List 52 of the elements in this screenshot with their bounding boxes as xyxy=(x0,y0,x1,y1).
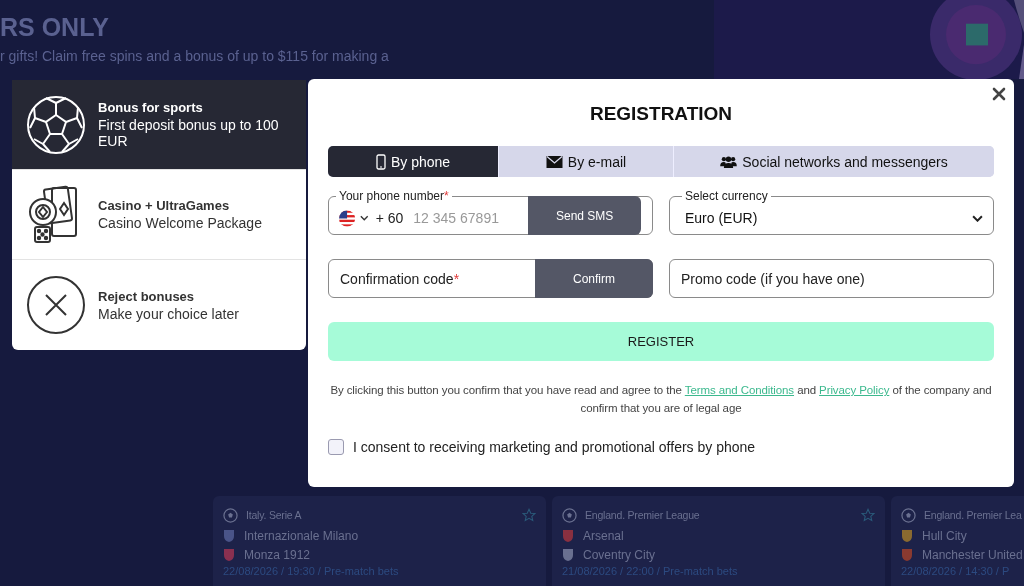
envelope-icon xyxy=(545,155,563,168)
bonus-title: Bonus for sports xyxy=(98,100,204,115)
checkbox[interactable] xyxy=(328,439,344,455)
currency-value: Euro (EUR) xyxy=(685,210,758,226)
field-placeholder: Confirmation code* xyxy=(340,270,460,287)
country-code: + 60 xyxy=(375,210,404,226)
register-button[interactable]: REGISTER xyxy=(328,322,994,361)
smartphone-icon xyxy=(375,153,386,170)
team-name: Internazionale Milano xyxy=(244,528,359,543)
hero-title: RS ONLY xyxy=(0,12,110,42)
team-name: Manchester United xyxy=(922,547,1023,562)
close-icon[interactable] xyxy=(992,87,1006,101)
bonus-option[interactable]: Reject bonuses Make your choice later xyxy=(12,260,306,350)
tab[interactable]: By phone xyxy=(328,146,498,177)
team-name: Arsenal xyxy=(583,528,624,543)
chevron-down-icon xyxy=(972,214,983,222)
star-icon[interactable] xyxy=(522,508,536,522)
close-circle-icon xyxy=(26,275,86,335)
soccer-ball-icon xyxy=(901,507,916,523)
league-name: Italy. Serie A xyxy=(246,509,303,521)
currency-select[interactable]: Select currency Euro (EUR) xyxy=(669,190,994,235)
bonus-title: Reject bonuses xyxy=(98,288,196,304)
league-name: England. Premier Lea xyxy=(924,509,1023,521)
soccer-ball-icon xyxy=(26,94,86,155)
field-label: Select currency xyxy=(684,190,769,202)
bonus-description: Make your choice later xyxy=(98,305,239,322)
confirmation-code-field[interactable]: Confirmation code* Confirm xyxy=(328,259,653,298)
phone-field[interactable]: Your phone number* + 60 12 345 67891 Send SMS xyxy=(328,190,653,235)
bonus-description: Casino Welcome Package xyxy=(98,215,262,231)
team-name: Monza 1912 xyxy=(244,547,311,562)
bonus-option[interactable]: Bonus for sports First deposit bonus up to 100 EUR xyxy=(12,80,306,170)
team-name: Hull City xyxy=(922,528,967,543)
soccer-ball-icon xyxy=(223,507,238,523)
confirm-button[interactable]: Confirm xyxy=(535,259,653,298)
soccer-ball-icon xyxy=(562,507,577,523)
send-sms-button[interactable]: Send SMS xyxy=(528,196,641,235)
promo-code-field[interactable]: Promo code (if you have one) xyxy=(669,259,994,298)
hero-subtitle: r gifts! Claim free spins and a bonus of up to $115 for making a xyxy=(0,48,389,64)
legal-notice: By clicking this button you confirm that you have read and agree to the Terms and Conditions and Privacy Policy of the company and confirm that you are of legal age xyxy=(329,383,993,416)
league-name: England. Premier League xyxy=(585,509,701,521)
tab[interactable]: By e-mail xyxy=(498,146,674,177)
bonus-title: Casino + UltraGames xyxy=(98,198,231,213)
star-icon[interactable] xyxy=(861,508,875,522)
field-label: Your phone number* xyxy=(338,190,450,202)
bonus-description: First deposit bonus up to 100 EUR xyxy=(98,117,280,149)
users-icon xyxy=(720,155,738,168)
dialog-title: REGISTRATION xyxy=(588,103,734,126)
consent-label: I consent to receiving marketing and promotional offers by phone xyxy=(353,439,756,455)
flag-icon[interactable] xyxy=(339,209,356,227)
bonus-option[interactable]: Casino + UltraGames Casino Welcome Package xyxy=(12,170,306,260)
chevron-down-icon[interactable] xyxy=(360,215,369,221)
team-name: Coventry City xyxy=(583,547,656,562)
